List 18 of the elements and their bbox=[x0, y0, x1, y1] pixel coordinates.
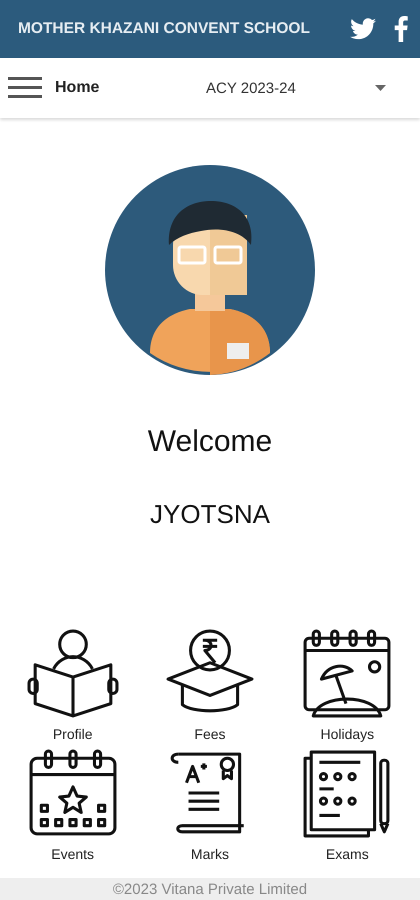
reader-icon bbox=[26, 628, 119, 720]
menu-tile[interactable]: Exams bbox=[278, 748, 416, 862]
menu-tile[interactable]: Fees bbox=[141, 628, 279, 742]
menu-tile[interactable]: Holidays bbox=[278, 628, 416, 742]
page-title: Home bbox=[55, 79, 100, 97]
menu-tile[interactable]: Marks bbox=[141, 748, 279, 862]
welcome-text: Welcome bbox=[146, 425, 274, 459]
facebook-icon[interactable] bbox=[394, 16, 408, 42]
menu-tile[interactable]: Profile bbox=[4, 628, 142, 742]
school-title: MOTHER KHAZANI CONVENT SCHOOL bbox=[18, 20, 311, 38]
twitter-icon[interactable] bbox=[350, 18, 376, 40]
user-name: JYOTSNA bbox=[149, 499, 271, 530]
caret-icon bbox=[375, 85, 386, 91]
beach-calendar-icon bbox=[301, 628, 394, 720]
copyright-text: ©2023 Vitana Private Limited bbox=[112, 880, 308, 898]
year-dropdown[interactable]: ACY 2023-24 bbox=[206, 80, 412, 96]
menu-icon[interactable] bbox=[8, 77, 42, 99]
menu-tile[interactable]: Events bbox=[4, 748, 142, 862]
